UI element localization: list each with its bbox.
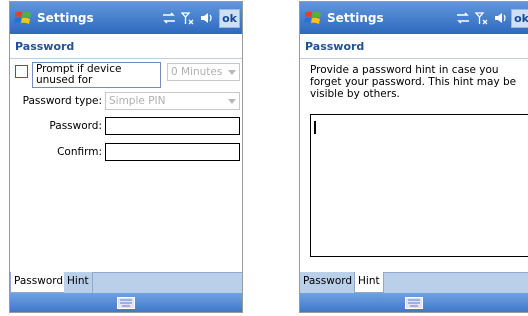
title-bar: Settings ok	[300, 2, 528, 34]
minutes-dropdown[interactable]: 0 Minutes	[167, 63, 240, 81]
password-type-dropdown[interactable]: Simple PIN	[105, 92, 240, 110]
dropdown-arrow-icon	[228, 99, 236, 104]
hint-instructions: Provide a password hint in case you forg…	[310, 64, 517, 100]
windows-start-icon[interactable]	[13, 8, 33, 28]
hint-input[interactable]	[310, 114, 528, 257]
tab-password[interactable]: Password	[10, 272, 68, 293]
dropdown-arrow-icon	[228, 70, 236, 75]
minutes-value: 0 Minutes	[171, 66, 223, 78]
keyboard-icon[interactable]	[405, 297, 423, 309]
password-label: Password:	[49, 120, 102, 132]
confirm-label: Confirm:	[57, 146, 102, 158]
connectivity-icon[interactable]	[162, 11, 176, 25]
tab-strip: Password Hint	[10, 272, 242, 293]
windows-start-icon[interactable]	[303, 8, 323, 28]
menu-bar	[10, 293, 242, 312]
text-caret	[314, 121, 316, 134]
page-heading: Password	[10, 34, 242, 59]
password-screen: Settings ok Password Prompt if device un…	[9, 1, 243, 313]
tab-password[interactable]: Password	[300, 272, 357, 293]
page-heading: Password	[300, 34, 528, 59]
hint-screen: Settings ok Password Provide a password …	[299, 1, 528, 313]
menu-bar	[300, 293, 528, 312]
volume-icon[interactable]	[200, 11, 214, 25]
ok-button[interactable]: ok	[219, 9, 240, 28]
volume-icon[interactable]	[494, 11, 508, 25]
password-type-value: Simple PIN	[109, 95, 166, 107]
ok-button[interactable]: ok	[511, 9, 528, 28]
signal-off-icon[interactable]	[181, 11, 195, 25]
confirm-input[interactable]	[105, 143, 240, 161]
app-title: Settings	[37, 11, 94, 25]
password-input[interactable]	[105, 117, 240, 135]
password-type-label: Password type:	[22, 95, 102, 107]
tab-hint[interactable]: Hint	[64, 272, 93, 293]
keyboard-icon[interactable]	[117, 297, 135, 309]
connectivity-icon[interactable]	[456, 11, 470, 25]
prompt-label[interactable]: Prompt if device unused for	[32, 62, 161, 88]
tab-strip: Password Hint	[300, 272, 528, 293]
tab-hint[interactable]: Hint	[354, 272, 384, 293]
signal-off-icon[interactable]	[475, 11, 489, 25]
app-title: Settings	[327, 11, 384, 25]
title-bar: Settings ok	[10, 2, 242, 34]
prompt-checkbox[interactable]	[15, 65, 28, 78]
